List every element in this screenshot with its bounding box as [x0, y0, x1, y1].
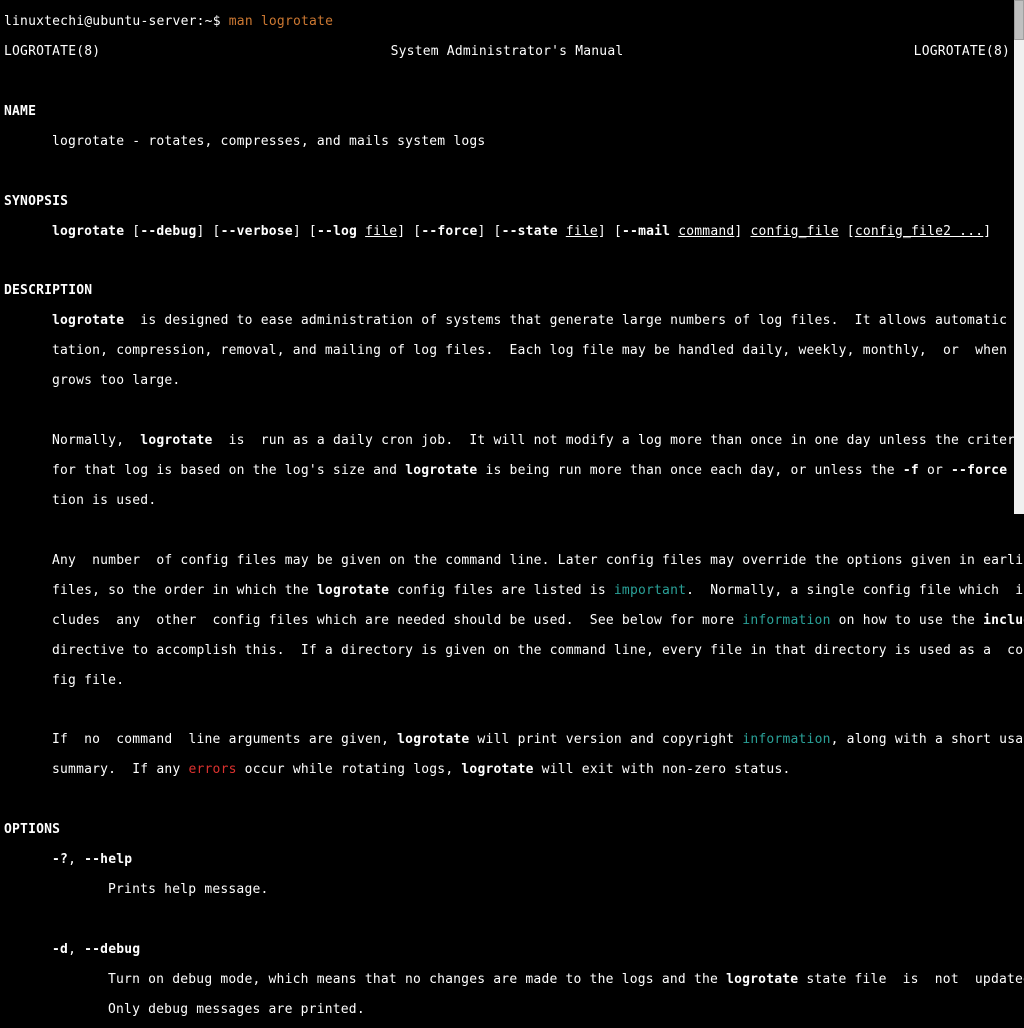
- desc-p2: Normally, logrotate is run as a daily cr…: [4, 434, 1010, 449]
- man-header: LOGROTATE(8)System Administrator's Manua…: [4, 45, 1010, 60]
- synopsis-content: logrotate [--debug] [--verbose] [--log f…: [4, 225, 1010, 240]
- section-options: OPTIONS: [4, 823, 1010, 838]
- section-synopsis: SYNOPSIS: [4, 195, 1010, 210]
- name-content: logrotate ‐ rotates, compresses, and mai…: [4, 135, 1010, 150]
- prompt-line: linuxtechi@ubuntu-server:~$ man logrotat…: [4, 15, 1010, 30]
- desc-p4: If no command line arguments are given, …: [4, 733, 1010, 748]
- section-name: NAME: [4, 105, 1010, 120]
- section-description: DESCRIPTION: [4, 284, 1010, 299]
- desc-p1: logrotate is designed to ease administra…: [4, 314, 1010, 329]
- command-text: man logrotate: [229, 14, 333, 29]
- scrollbar-thumb[interactable]: [1014, 0, 1024, 40]
- option-debug: -d, --debug: [4, 943, 1010, 958]
- terminal-output[interactable]: linuxtechi@ubuntu-server:~$ man logrotat…: [0, 0, 1014, 1028]
- scrollbar[interactable]: [1014, 0, 1024, 514]
- desc-p3: Any number of config files may be given …: [4, 554, 1010, 569]
- option-help: -?, --help: [4, 853, 1010, 868]
